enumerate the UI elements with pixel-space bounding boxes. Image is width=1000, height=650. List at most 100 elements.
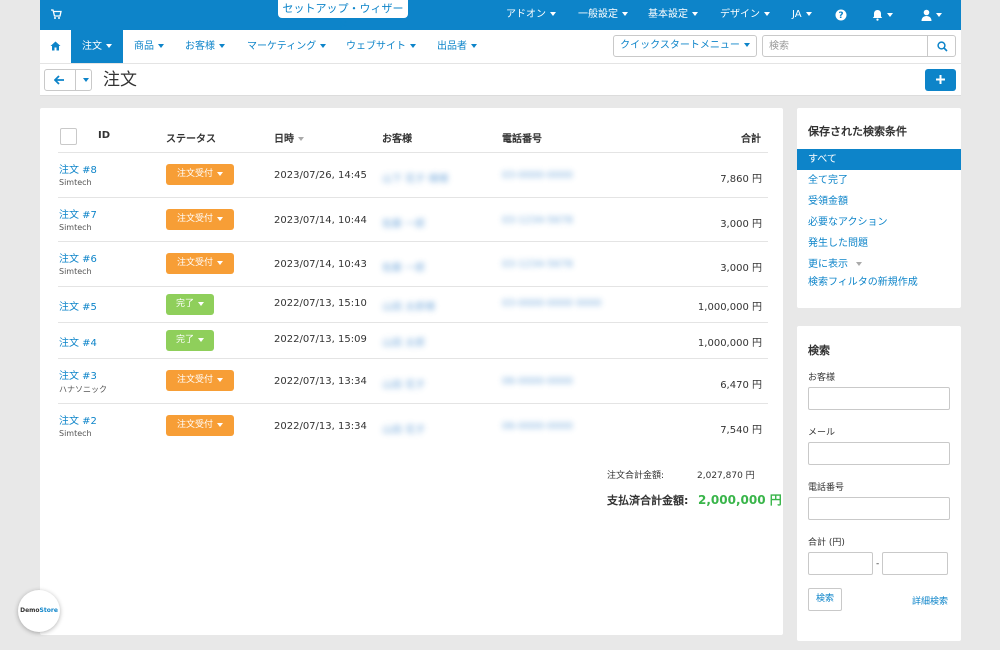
saved-search-issues[interactable]: 発生した問題 [797, 233, 961, 254]
customer-name[interactable]: 山田 太郎様 [382, 298, 435, 313]
email-field[interactable] [808, 442, 950, 465]
setup-wizard-button[interactable]: セットアップ・ウィザード [278, 0, 408, 32]
vendor-name: ハナソニック [59, 385, 107, 394]
nav-customers[interactable]: お客様 [185, 30, 225, 63]
status-dropdown[interactable]: 注文受付 [166, 209, 234, 230]
cart-icon[interactable] [50, 8, 62, 20]
status-dropdown[interactable]: 完了 [166, 330, 214, 351]
user-icon [921, 9, 932, 21]
show-more-label: 更に表示 [808, 259, 848, 270]
quickstart-menu-button[interactable]: クイックスタートメニュー [613, 35, 757, 57]
user-menu[interactable] [921, 9, 942, 21]
top-search-input[interactable] [762, 35, 928, 57]
design-menu[interactable]: デザイン [720, 0, 770, 30]
notifications-menu[interactable] [872, 9, 893, 21]
order-date: 2022/07/13, 13:34 [274, 376, 367, 387]
order-link[interactable]: 注文 #8 [59, 161, 97, 176]
nav-vendors[interactable]: 出品者 [437, 30, 477, 63]
customer-name[interactable]: 山下 花子 様様 [382, 170, 448, 185]
table-row: 注文 #4 完了 2022/07/13, 15:09 山田 太郎 1,000,0… [58, 322, 768, 358]
language-menu[interactable]: JA [792, 0, 812, 30]
range-separator: - [876, 559, 880, 569]
saved-searches-panel: 保存された検索条件 すべて 全て完了 受領金額 必要なアクション 発生した問題 … [797, 108, 961, 308]
customer-name[interactable]: 山田 花子 [382, 421, 425, 436]
chevron-down-icon [198, 301, 204, 306]
vendor-name: Simtech [59, 429, 92, 438]
status-dropdown[interactable]: 注文受付 [166, 253, 234, 274]
chevron-down-icon [410, 44, 416, 48]
customer-field[interactable] [808, 387, 950, 410]
table-row: 注文 #7 Simtech 注文受付 2023/07/14, 10:44 佐藤 … [58, 197, 768, 242]
chevron-down-icon [471, 44, 477, 48]
chevron-down-icon [217, 171, 223, 176]
table-row: 注文 #6 Simtech 注文受付 2023/07/14, 10:43 佐藤 … [58, 241, 768, 286]
search-button[interactable]: 検索 [808, 588, 842, 611]
customer-name[interactable]: 山田 花子 [382, 376, 425, 391]
chevron-down-icon [936, 13, 942, 17]
general-settings-label: 一般設定 [578, 9, 618, 20]
customer-phone: 03-0000-0000 0000 [502, 298, 602, 309]
top-search-button[interactable] [927, 35, 956, 57]
header-total[interactable]: 合計 [741, 130, 761, 145]
status-dropdown[interactable]: 注文受付 [166, 415, 234, 436]
advanced-search-link[interactable]: 詳細検索 [912, 594, 948, 607]
total-to-field[interactable] [882, 552, 948, 575]
order-link[interactable]: 注文 #4 [59, 334, 97, 349]
plus-icon [936, 75, 945, 84]
chevron-down-icon[interactable] [83, 78, 89, 82]
nav-customers-label: お客様 [185, 41, 215, 52]
help-icon[interactable]: ? [835, 9, 847, 21]
general-settings-menu[interactable]: 一般設定 [578, 0, 628, 30]
back-arrow-icon[interactable] [54, 75, 65, 85]
status-dropdown[interactable]: 注文受付 [166, 370, 234, 391]
order-total: 7,540 円 [720, 425, 762, 436]
nav-orders[interactable]: 注文 [71, 30, 123, 63]
header-status[interactable]: ステータス [166, 130, 216, 145]
order-link[interactable]: 注文 #6 [59, 250, 97, 265]
design-menu-label: デザイン [720, 9, 760, 20]
customer-phone: 06-0000-0000 [502, 421, 573, 432]
order-link[interactable]: 注文 #2 [59, 412, 97, 427]
table-row: 注文 #2 Simtech 注文受付 2022/07/13, 13:34 山田 … [58, 403, 768, 448]
customer-phone: 03-1234-5678 [502, 259, 573, 270]
status-label: 完了 [175, 299, 194, 309]
total-from-field[interactable] [808, 552, 873, 575]
customer-phone: 06-0000-0000 [502, 376, 573, 387]
order-link[interactable]: 注文 #7 [59, 206, 97, 221]
addons-menu[interactable]: アドオン [506, 0, 556, 30]
header-customer[interactable]: お客様 [382, 130, 412, 145]
nav-website[interactable]: ウェブサイト [346, 30, 416, 63]
order-link[interactable]: 注文 #3 [59, 367, 97, 382]
nav-products[interactable]: 商品 [134, 30, 164, 63]
saved-search-all[interactable]: すべて [797, 149, 961, 170]
language-label: JA [792, 9, 802, 20]
add-order-button[interactable] [925, 69, 956, 91]
home-icon[interactable] [40, 30, 71, 63]
saved-search-received[interactable]: 受領金額 [797, 191, 961, 212]
saved-search-completed[interactable]: 全て完了 [797, 170, 961, 191]
select-all-checkbox[interactable] [60, 128, 77, 145]
header-phone[interactable]: 電話番号 [502, 130, 542, 145]
header-date[interactable]: 日時 [274, 130, 304, 145]
order-link[interactable]: 注文 #5 [59, 298, 97, 313]
demo-store-badge[interactable]: DemoStore [18, 590, 60, 632]
order-total: 1,000,000 円 [697, 302, 762, 313]
chevron-down-icon [320, 44, 327, 48]
customer-name[interactable]: 山田 太郎 [382, 334, 425, 349]
phone-field[interactable] [808, 497, 950, 520]
nav-marketing[interactable]: マーケティング [247, 30, 327, 63]
saved-search-action-required[interactable]: 必要なアクション [797, 212, 961, 233]
order-date: 2022/07/13, 15:10 [274, 298, 367, 309]
status-dropdown[interactable]: 注文受付 [166, 164, 234, 185]
chevron-down-icon [887, 13, 893, 17]
new-search-filter-link[interactable]: 検索フィルタの新規作成 [797, 272, 961, 293]
order-total-value: 2,027,870 円 [697, 471, 755, 481]
basic-settings-menu[interactable]: 基本設定 [648, 0, 698, 30]
status-dropdown[interactable]: 完了 [166, 294, 214, 315]
customer-name[interactable]: 佐藤 一郎 [382, 215, 425, 230]
table-row: 注文 #8 Simtech 注文受付 2023/07/26, 14:45 山下 … [58, 152, 768, 197]
header-date-label: 日時 [274, 134, 294, 145]
customer-name[interactable]: 佐藤 一郎 [382, 259, 425, 274]
search-panel-title: 検索 [808, 344, 830, 357]
header-id[interactable]: ID [98, 130, 110, 141]
